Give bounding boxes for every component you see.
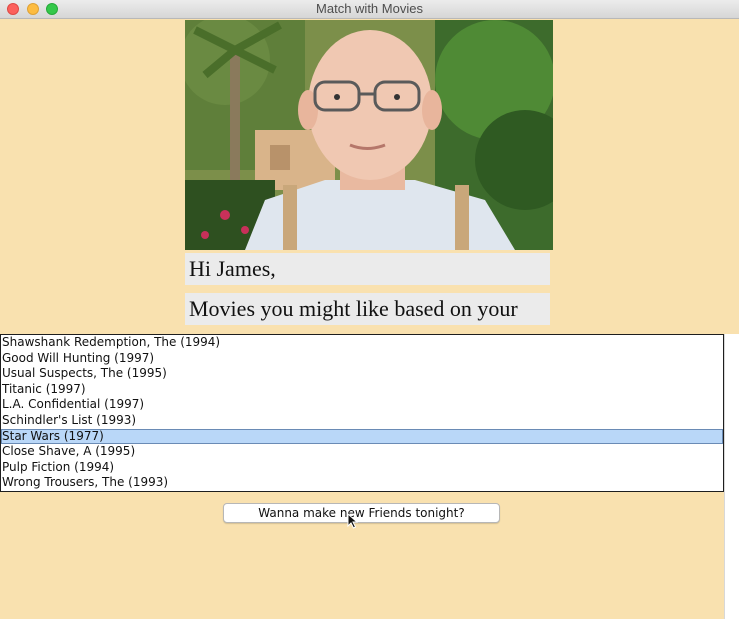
list-item[interactable]: Titanic (1997) — [1, 382, 723, 398]
list-item[interactable]: Schindler's List (1993) — [1, 413, 723, 429]
greeting-label: Hi James, — [185, 253, 550, 285]
title-bar[interactable]: Match with Movies — [0, 0, 739, 19]
find-friends-button[interactable]: Wanna make new Friends tonight? — [223, 503, 500, 523]
list-item-selected[interactable]: Star Wars (1977) — [1, 428, 723, 445]
list-item[interactable]: Wrong Trousers, The (1993) — [1, 475, 723, 491]
divider — [724, 334, 725, 619]
recommendation-heading: Movies you might like based on your — [185, 293, 550, 325]
user-profile-photo — [185, 20, 553, 250]
list-item[interactable]: Close Shave, A (1995) — [1, 444, 723, 460]
list-item[interactable]: Pulp Fiction (1994) — [1, 460, 723, 476]
list-item[interactable]: Usual Suspects, The (1995) — [1, 366, 723, 382]
window-title: Match with Movies — [316, 1, 423, 16]
list-item[interactable]: Good Will Hunting (1997) — [1, 351, 723, 367]
list-item[interactable]: L.A. Confidential (1997) — [1, 397, 723, 413]
app-window: Match with Movies Hi James, Movies you m… — [0, 0, 739, 619]
movie-list[interactable]: Shawshank Redemption, The (1994) Good Wi… — [0, 334, 724, 492]
mouse-pointer-icon — [347, 512, 359, 534]
list-item[interactable]: Shawshank Redemption, The (1994) — [1, 335, 723, 351]
window-edge — [724, 334, 739, 619]
